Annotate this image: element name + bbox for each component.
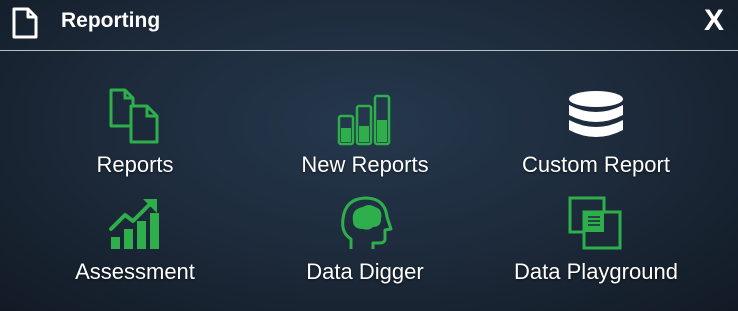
header-divider <box>0 50 738 51</box>
tile-data-playground[interactable]: Data Playground <box>486 195 706 295</box>
tile-data-digger[interactable]: Data Digger <box>255 195 475 295</box>
tile-label: Data Digger <box>306 259 424 284</box>
tile-label: New Reports <box>301 152 429 177</box>
modal-header: Reporting X <box>0 0 738 48</box>
tile-assessment[interactable]: Assessment <box>25 195 245 295</box>
documents-icon <box>109 88 159 144</box>
overlapping-squares-icon <box>568 196 622 250</box>
tile-label: Custom Report <box>522 152 670 177</box>
trend-chart-icon <box>109 199 159 249</box>
tile-reports[interactable]: Reports <box>25 88 245 188</box>
database-icon <box>569 91 623 137</box>
close-button[interactable]: X <box>704 4 724 38</box>
modal-title: Reporting <box>61 9 161 32</box>
tile-custom-report[interactable]: Custom Report <box>486 88 706 188</box>
tile-label: Reports <box>96 152 174 177</box>
tile-label: Data Playground <box>514 259 678 284</box>
tile-new-reports[interactable]: New Reports <box>255 88 475 188</box>
document-icon <box>12 7 38 39</box>
tile-label: Assessment <box>75 259 195 284</box>
head-brain-icon <box>341 196 393 249</box>
bar-chart-icon <box>337 94 391 146</box>
